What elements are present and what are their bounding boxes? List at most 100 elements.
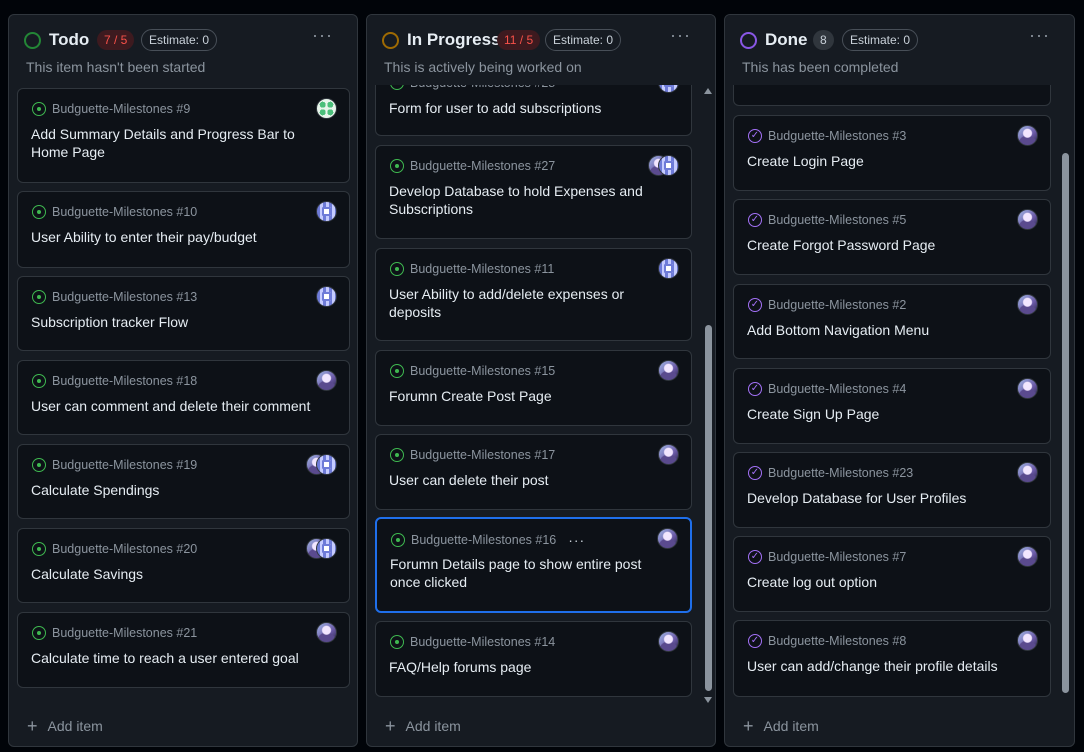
assignee-avatar[interactable] — [1017, 462, 1038, 483]
issue-card[interactable]: Budguette-Milestones #14 FAQ/Help forums… — [375, 621, 692, 697]
issue-title[interactable]: Form for user to add subscriptions — [389, 99, 675, 117]
assignee-avatar[interactable] — [1017, 209, 1038, 230]
add-item-label: Add item — [405, 718, 461, 734]
issue-title[interactable]: Add Summary Details and Progress Bar to … — [31, 125, 333, 161]
issue-card[interactable]: ✓ Budguette-Milestones #2 Add Bottom Navi… — [733, 284, 1051, 359]
assignee-avatar[interactable] — [316, 454, 337, 475]
column-menu-button[interactable]: ··· — [312, 25, 333, 46]
assignee-avatar[interactable] — [1017, 546, 1038, 567]
column-menu-button[interactable]: ··· — [670, 25, 691, 46]
open-issue-icon — [390, 448, 404, 462]
issue-title[interactable]: Develop Database to hold Expenses and Su… — [389, 182, 675, 218]
assignee-avatar[interactable] — [316, 286, 337, 307]
issue-reference[interactable]: Budguette-Milestones #15 — [410, 364, 555, 378]
scroll-down-arrow-icon[interactable] — [704, 697, 712, 703]
issue-reference[interactable]: Budguette-Milestones #3 — [768, 129, 906, 143]
issue-reference[interactable]: Budguette-Milestones #13 — [52, 290, 197, 304]
issue-title[interactable]: User can delete their post — [389, 471, 675, 489]
column-scrollbar[interactable] — [1059, 85, 1071, 707]
column-menu-button[interactable]: ··· — [1029, 25, 1050, 46]
issue-card[interactable]: Budguette-Milestones #20 Calculate Savin… — [17, 528, 350, 603]
issue-title[interactable]: User Ability to enter their pay/budget — [31, 228, 333, 246]
issue-reference[interactable]: Budguette-Milestones #23 — [768, 466, 913, 480]
assignee-avatar[interactable] — [316, 538, 337, 559]
issue-title[interactable]: Calculate time to reach a user entered g… — [31, 649, 333, 667]
issue-card[interactable]: ✓ Budguette-Milestones #8 User can add/ch… — [733, 620, 1051, 697]
issue-reference[interactable]: Budguette-Milestones #20 — [52, 542, 197, 556]
issue-title[interactable]: Develop Database for User Profiles — [747, 489, 1034, 507]
issue-reference[interactable]: Budguette-Milestones #5 — [768, 213, 906, 227]
issue-title[interactable]: User can comment and delete their commen… — [31, 397, 333, 415]
issue-reference[interactable]: Budguette-Milestones #10 — [52, 205, 197, 219]
issue-reference[interactable]: Budguette-Milestones #9 — [52, 102, 190, 116]
issue-reference[interactable]: Budguette-Milestones #21 — [52, 626, 197, 640]
issue-title[interactable]: Forumn Details page to show entire post … — [390, 555, 674, 591]
issue-title[interactable]: Add Bottom Navigation Menu — [747, 321, 1034, 339]
issue-title[interactable]: Create Sign Up Page — [747, 405, 1034, 423]
issue-title[interactable]: Create Forgot Password Page — [747, 236, 1034, 254]
scrollbar-thumb[interactable] — [705, 325, 712, 691]
assignee-avatar[interactable] — [1017, 630, 1038, 651]
card-menu-button[interactable]: ··· — [568, 532, 585, 548]
add-item-button[interactable]: + Add item — [385, 717, 461, 735]
issue-title[interactable]: Subscription tracker Flow — [31, 313, 333, 331]
issue-title[interactable]: User can add/change their profile detail… — [747, 657, 1034, 675]
column-description: This has been completed — [742, 59, 899, 75]
assignee-avatar[interactable] — [658, 360, 679, 381]
assignee-avatar[interactable] — [316, 622, 337, 643]
issue-card[interactable]: Budguette-Milestones #18 User can commen… — [17, 360, 350, 435]
issue-reference[interactable]: Budguette-Milestones #4 — [768, 382, 906, 396]
assignee-avatar[interactable] — [316, 98, 337, 119]
issue-card-selected[interactable]: Budguette-Milestones #16 ··· Forumn Detai… — [375, 517, 692, 613]
assignee-avatar[interactable] — [658, 155, 679, 176]
issue-card[interactable]: ✓ Budguette-Milestones #3 Create Login Pa… — [733, 115, 1051, 191]
issue-card[interactable]: Budguette-Milestones #17 User can delete… — [375, 434, 692, 510]
assignee-avatar[interactable] — [657, 528, 678, 549]
item-count-badge: 7 / 5 — [97, 30, 135, 50]
issue-title[interactable]: FAQ/Help forums page — [389, 658, 675, 676]
issue-title[interactable]: Create Login Page — [747, 152, 1034, 170]
assignee-avatar[interactable] — [316, 201, 337, 222]
assignee-avatar[interactable] — [316, 370, 337, 391]
issue-card[interactable]: Budguette-Milestones #13 Subscription tr… — [17, 276, 350, 351]
issue-title[interactable]: Forumn Create Post Page — [389, 387, 675, 405]
issue-reference[interactable]: Budguette-Milestones #18 — [52, 374, 197, 388]
issue-title[interactable]: Calculate Savings — [31, 565, 333, 583]
issue-card[interactable]: Budguette-Milestones #21 Calculate time … — [17, 612, 350, 688]
scroll-up-arrow-icon[interactable] — [704, 88, 712, 94]
scrollbar-thumb[interactable] — [1062, 153, 1069, 693]
issue-reference[interactable]: Budguette-Milestones #27 — [410, 159, 555, 173]
assignee-avatar[interactable] — [658, 258, 679, 279]
add-item-button[interactable]: + Add item — [27, 717, 103, 735]
issue-card[interactable]: ✓ Budguette-Milestones #23 Develop Databa… — [733, 452, 1051, 528]
issue-title[interactable]: User Ability to add/delete expenses or d… — [389, 285, 675, 321]
issue-reference[interactable]: Budguette-Milestones #17 — [410, 448, 555, 462]
issue-reference[interactable]: Budguette-Milestones #8 — [768, 634, 906, 648]
issue-title[interactable]: Calculate Spendings — [31, 481, 333, 499]
issue-card[interactable]: ✓ Budguette-Milestones #7 Create log out … — [733, 536, 1051, 612]
issue-title[interactable]: Create log out option — [747, 573, 1034, 591]
assignee-avatar[interactable] — [1017, 378, 1038, 399]
add-item-button[interactable]: + Add item — [743, 717, 819, 735]
issue-card[interactable]: Budguette-Milestones #15 Forumn Create P… — [375, 350, 692, 426]
issue-reference[interactable]: Budguette-Milestones #2 — [768, 298, 906, 312]
column-scrollbar[interactable] — [702, 85, 714, 707]
assignee-avatar[interactable] — [658, 631, 679, 652]
issue-reference[interactable]: Budguette-Milestones #16 — [411, 533, 556, 547]
issue-reference[interactable]: Budguette-Milestones #11 — [410, 262, 554, 276]
issue-reference[interactable]: Budguette-Milestones #7 — [768, 550, 906, 564]
issue-card[interactable]: Budguette-Milestones #19 Calculate Spend… — [17, 444, 350, 519]
issue-card[interactable]: Budguette-Milestones #27 Develop Databas… — [375, 145, 692, 239]
issue-reference[interactable]: Budguette-Milestones #19 — [52, 458, 197, 472]
column-header: Done 8 Estimate: 0 ··· This has been com… — [725, 15, 1074, 85]
issue-card[interactable]: Budguette-Milestones #9 Add Summary Deta… — [17, 88, 350, 183]
issue-card[interactable]: Budguette-Milestones #10 User Ability to… — [17, 191, 350, 268]
status-dot-icon — [24, 32, 41, 49]
issue-card[interactable]: Budguette-Milestones #11 User Ability to… — [375, 248, 692, 341]
issue-reference[interactable]: Budguette-Milestones #14 — [410, 635, 555, 649]
issue-card[interactable]: ✓ Budguette-Milestones #4 Create Sign Up … — [733, 368, 1051, 444]
assignee-avatar[interactable] — [658, 444, 679, 465]
issue-card[interactable]: ✓ Budguette-Milestones #5 Create Forgot P… — [733, 199, 1051, 275]
assignee-avatar[interactable] — [1017, 125, 1038, 146]
assignee-avatar[interactable] — [1017, 294, 1038, 315]
